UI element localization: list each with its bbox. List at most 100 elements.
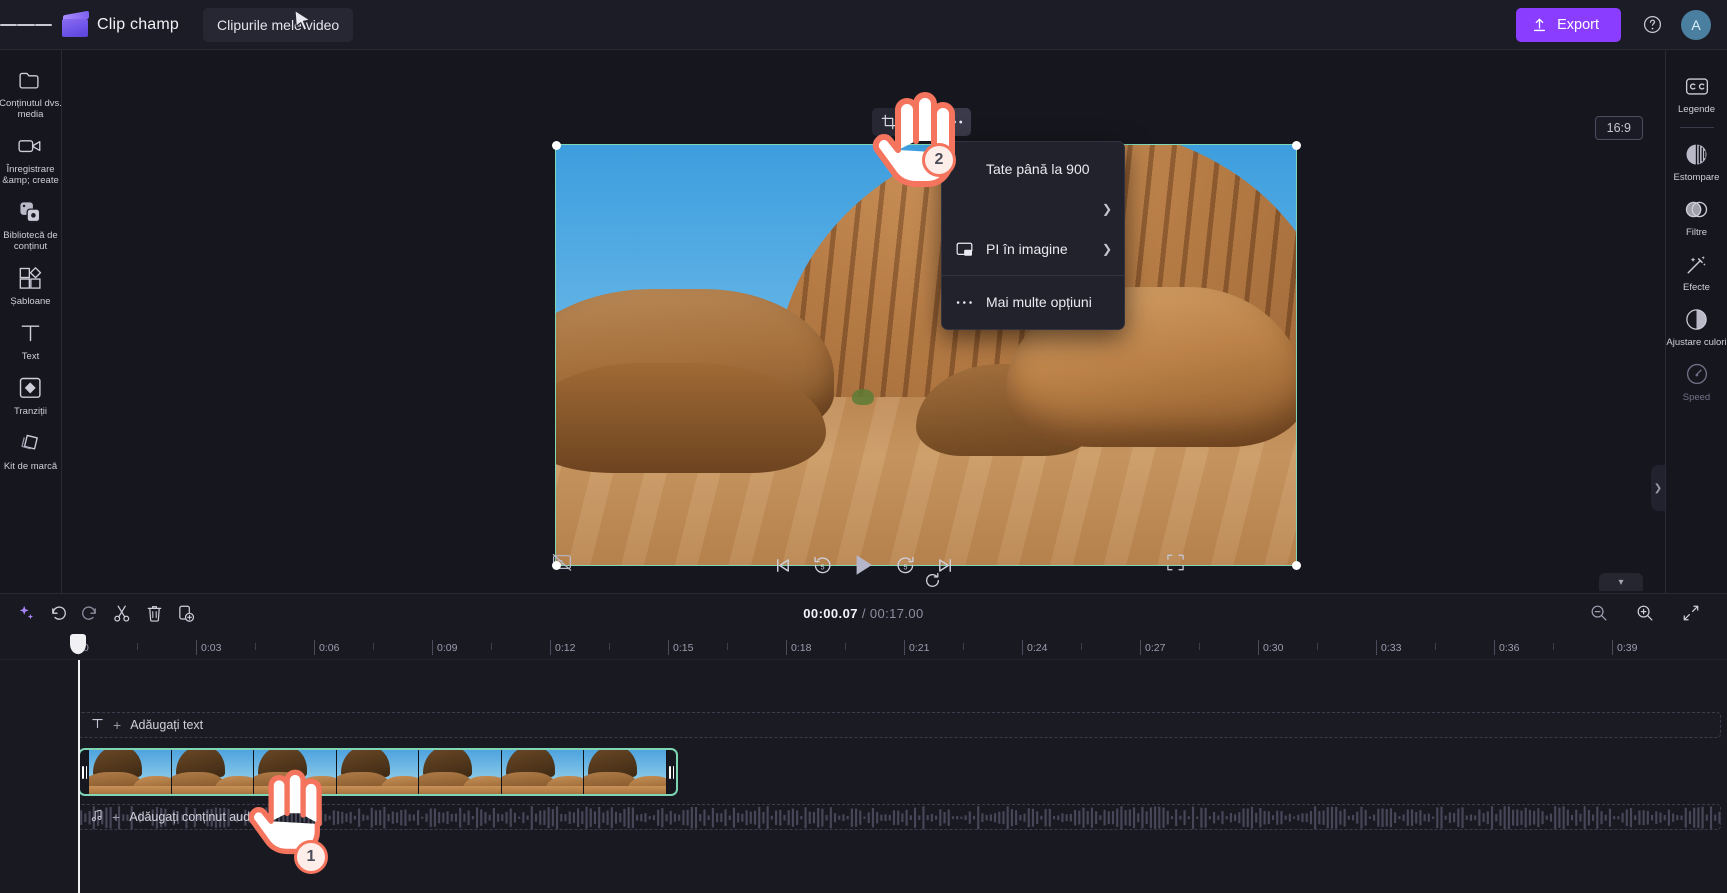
ruler-minor-tick xyxy=(1199,643,1200,650)
undo-icon[interactable] xyxy=(42,598,74,628)
crop-icon[interactable] xyxy=(872,108,905,136)
ruler-minor-tick xyxy=(1317,643,1318,650)
sidebar-item-transitions[interactable]: Tranziții xyxy=(0,366,62,421)
timeline-tracks: + Adăugați text + Adăugați conținut audi… xyxy=(0,660,1727,893)
sidebar-item-blur[interactable]: Estompare xyxy=(1666,132,1727,187)
zoom-out-icon[interactable] xyxy=(1583,598,1615,628)
timeline-collapse-toggle[interactable]: ▾ xyxy=(1599,573,1643,591)
right-panel-collapse-toggle[interactable]: ❯ xyxy=(1651,465,1665,511)
skip-to-end-icon[interactable] xyxy=(936,556,955,575)
ruler-tick-label: 0:21 xyxy=(909,642,930,654)
timecode-display: 00:00.07 / 00:17.00 xyxy=(803,606,923,621)
sidebar-item-templates[interactable]: Șabloane xyxy=(0,256,62,311)
sidebar-item-label: Kit de marcă xyxy=(3,461,58,472)
menu-item-submenu-hidden[interactable]: ❯ xyxy=(942,189,1124,229)
sidebar-item-record-create[interactable]: Înregistrare &amp; create xyxy=(0,124,62,190)
sidebar-item-label: Text xyxy=(21,351,40,362)
sidebar-item-content-library[interactable]: Bibliotecă de conținut xyxy=(0,190,62,256)
ai-sparkle-icon[interactable] xyxy=(10,598,42,628)
more-options-context-menu: Tate până la 900 ❯ PI în imagine ❯ Mai m… xyxy=(941,141,1125,330)
fit-to-screen-icon[interactable] xyxy=(1675,598,1707,628)
add-audio-track[interactable]: + Adăugați conținut audio xyxy=(78,804,1721,830)
delete-trash-icon[interactable] xyxy=(138,598,170,628)
svg-text:5: 5 xyxy=(903,563,907,571)
sidebar-item-effects[interactable]: Efecte xyxy=(1666,242,1727,297)
ruler-tick-label: 0:18 xyxy=(791,642,812,654)
add-audio-label: Adăugați conținut audio xyxy=(129,810,260,824)
split-scissors-icon[interactable] xyxy=(106,598,138,628)
transitions-icon xyxy=(18,375,43,401)
sidebar-divider xyxy=(1679,127,1714,128)
sidebar-item-text[interactable]: Text xyxy=(0,311,62,366)
ruler-minor-tick xyxy=(963,643,964,650)
trim-handle-left[interactable] xyxy=(80,750,89,794)
preview-stage: 16:9 Tate până la 900 ❯ PI în imagine ❯ … xyxy=(62,50,1665,587)
export-button[interactable]: Export xyxy=(1516,7,1621,42)
ruler-tick-label: 0:39 xyxy=(1617,642,1638,654)
aspect-ratio-badge[interactable]: 16:9 xyxy=(1594,116,1643,140)
table-row[interactable] xyxy=(78,748,678,796)
chevron-right-icon: ❯ xyxy=(1101,202,1112,216)
forward-5-icon[interactable]: 5 xyxy=(895,555,916,576)
resize-handle-top-left[interactable] xyxy=(552,141,561,150)
ruler-tick-label: 0:12 xyxy=(555,642,576,654)
sidebar-item-color-adjust[interactable]: Ajustare culori xyxy=(1666,297,1727,352)
video-preview[interactable] xyxy=(555,144,1297,566)
playhead-line xyxy=(78,660,80,893)
sidebar-item-filters[interactable]: Filtre xyxy=(1666,187,1727,242)
duplicate-icon[interactable] xyxy=(170,598,202,628)
music-note-icon xyxy=(91,809,103,825)
sidebar-item-label: Șabloane xyxy=(10,296,51,307)
redo-icon[interactable] xyxy=(74,598,106,628)
export-label: Export xyxy=(1557,16,1599,33)
zoom-in-icon[interactable] xyxy=(1629,598,1661,628)
sidebar-item-label: Speed xyxy=(1682,392,1711,403)
templates-icon xyxy=(18,265,43,291)
resize-handle-top-right[interactable] xyxy=(1292,141,1301,150)
more-options-icon[interactable] xyxy=(938,108,971,136)
trim-handle-right[interactable] xyxy=(667,750,676,794)
text-track[interactable]: + Adăugați text xyxy=(78,712,1721,738)
play-icon[interactable] xyxy=(853,553,875,577)
player-controls-bar: 5 5 ▾ xyxy=(62,537,1665,593)
ruler-minor-tick xyxy=(1553,643,1554,650)
rewind-5-icon[interactable]: 5 xyxy=(812,555,833,576)
skip-to-start-icon[interactable] xyxy=(773,556,792,575)
menu-item-label: Tate până la 900 xyxy=(986,161,1090,177)
fullscreen-icon[interactable] xyxy=(1166,553,1185,577)
sidebar-item-label: Estompare xyxy=(1673,172,1720,183)
sidebar-item-media[interactable]: Conținutul dvs. media xyxy=(0,58,62,124)
ruler-tick-label: 0:33 xyxy=(1381,642,1402,654)
avatar[interactable]: A xyxy=(1681,9,1711,40)
ruler-tick-label: 0:27 xyxy=(1145,642,1166,654)
clip-thumbnail xyxy=(254,750,337,794)
ruler-minor-tick xyxy=(609,643,610,650)
question-circle-icon[interactable] xyxy=(1635,8,1669,42)
flip-icon[interactable] xyxy=(905,108,938,136)
brand-logo-group[interactable]: Clip champ xyxy=(52,10,189,37)
sidebar-item-label: Efecte xyxy=(1683,282,1710,293)
ruler-tick-label: 0:15 xyxy=(673,642,694,654)
sidebar-item-speed[interactable]: Speed xyxy=(1666,352,1727,407)
resize-handle-bottom-left[interactable] xyxy=(552,561,561,570)
hamburger-icon[interactable] xyxy=(0,21,52,29)
sidebar-item-brand-kit[interactable]: Kit de marcă ❯ xyxy=(0,421,70,476)
resize-handle-bottom-right[interactable] xyxy=(1292,561,1301,570)
sidebar-item-label: Bibliotecă de conținut xyxy=(3,230,58,252)
menu-item-rotate[interactable]: Tate până la 900 xyxy=(942,149,1124,189)
ruler-minor-tick xyxy=(845,643,846,650)
timeline-panel: 00:00.07 / 00:17.00 0 0:03 0:06 0:09 0:1… xyxy=(0,593,1727,893)
menu-item-picture-in-picture[interactable]: PI în imagine ❯ xyxy=(942,229,1124,269)
add-text-track[interactable]: + Adăugați text xyxy=(78,712,1721,738)
project-tab[interactable]: Clipurile mele video xyxy=(203,7,354,42)
menu-item-more-options[interactable]: Mai multe opțiuni xyxy=(942,282,1124,322)
sidebar-item-label: Legende xyxy=(1678,104,1715,115)
timeline-ruler[interactable]: 0 0:03 0:06 0:09 0:12 0:15 0:18 0:21 0:24 0:27 0:3… xyxy=(0,632,1727,660)
ruler-minor-tick xyxy=(137,643,138,650)
transport-controls: 5 5 xyxy=(773,553,955,577)
audio-track[interactable]: + Adăugați conținut audio xyxy=(78,804,1721,830)
ruler-tick-label: 0:24 xyxy=(1027,642,1048,654)
sidebar-item-captions[interactable]: Legende xyxy=(1666,64,1727,119)
video-camera-icon xyxy=(17,133,44,159)
color-adjust-icon xyxy=(1684,306,1709,332)
